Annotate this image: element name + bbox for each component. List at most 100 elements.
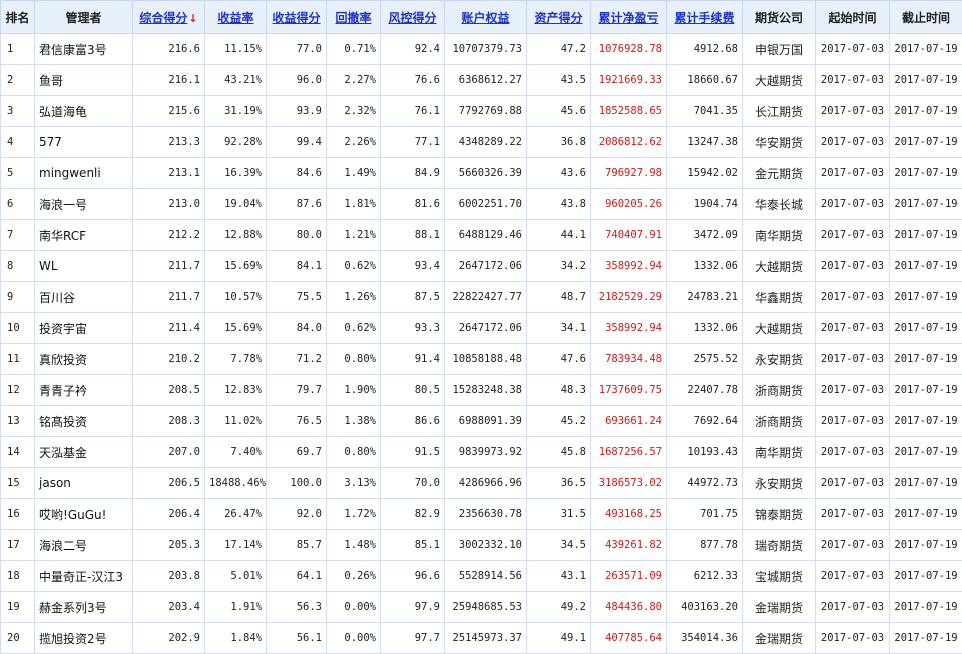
cell-yield-score: 96.0 xyxy=(267,65,327,96)
header-fees-sort[interactable]: 累计手续费 xyxy=(667,1,743,34)
cell-fees: 10193.43 xyxy=(667,437,743,468)
cell-net-pnl: 484436.80 xyxy=(591,592,667,623)
cell-risk-score: 77.1 xyxy=(381,127,445,158)
cell-asset-score: 48.3 xyxy=(527,375,591,406)
cell-equity: 6488129.46 xyxy=(445,220,527,251)
cell-yield-score: 64.1 xyxy=(267,561,327,592)
ranking-table: 排名 管理者 综合得分↓ 收益率 收益得分 回撤率 风控得分 账户权益 资产得分… xyxy=(0,0,962,654)
cell-yield-score: 56.1 xyxy=(267,623,327,654)
header-asset-score-sort[interactable]: 资产得分 xyxy=(527,1,591,34)
cell-manager: 哎哟!GuGu! xyxy=(35,499,133,530)
cell-broker: 申银万国 xyxy=(743,34,816,65)
cell-fees: 1332.06 xyxy=(667,251,743,282)
cell-manager: mingwenli xyxy=(35,158,133,189)
header-yield-sort[interactable]: 收益率 xyxy=(205,1,267,34)
cell-equity: 5660326.39 xyxy=(445,158,527,189)
cell-asset-score: 36.8 xyxy=(527,127,591,158)
cell-asset-score: 47.6 xyxy=(527,344,591,375)
cell-broker: 金瑞期货 xyxy=(743,623,816,654)
cell-yield: 15.69% xyxy=(205,313,267,344)
cell-rank: 10 xyxy=(1,313,35,344)
cell-start-date: 2017-07-03 xyxy=(816,530,890,561)
cell-yield: 1.91% xyxy=(205,592,267,623)
cell-end-date: 2017-07-19 xyxy=(890,158,962,189)
cell-net-pnl: 1687256.57 xyxy=(591,437,667,468)
cell-rank: 19 xyxy=(1,592,35,623)
header-yield-score-sort[interactable]: 收益得分 xyxy=(267,1,327,34)
cell-yield-score: 80.0 xyxy=(267,220,327,251)
header-risk-score-sort[interactable]: 风控得分 xyxy=(381,1,445,34)
cell-manager: 君信康富3号 xyxy=(35,34,133,65)
cell-fees: 354014.36 xyxy=(667,623,743,654)
cell-equity: 10707379.73 xyxy=(445,34,527,65)
cell-total-score: 216.1 xyxy=(133,65,205,96)
header-total-score-sort[interactable]: 综合得分↓ xyxy=(133,1,205,34)
cell-end-date: 2017-07-19 xyxy=(890,437,962,468)
cell-rank: 20 xyxy=(1,623,35,654)
cell-fees: 7692.64 xyxy=(667,406,743,437)
cell-start-date: 2017-07-03 xyxy=(816,437,890,468)
cell-broker: 浙商期货 xyxy=(743,406,816,437)
cell-start-date: 2017-07-03 xyxy=(816,623,890,654)
cell-broker: 华安期货 xyxy=(743,127,816,158)
cell-yield: 43.21% xyxy=(205,65,267,96)
cell-equity: 9839973.92 xyxy=(445,437,527,468)
cell-start-date: 2017-07-03 xyxy=(816,468,890,499)
header-total-score-label: 综合得分 xyxy=(139,11,187,25)
cell-drawdown: 0.80% xyxy=(327,437,381,468)
cell-net-pnl: 740407.91 xyxy=(591,220,667,251)
header-drawdown-sort[interactable]: 回撤率 xyxy=(327,1,381,34)
cell-net-pnl: 358992.94 xyxy=(591,313,667,344)
cell-start-date: 2017-07-03 xyxy=(816,127,890,158)
cell-risk-score: 86.6 xyxy=(381,406,445,437)
cell-drawdown: 1.48% xyxy=(327,530,381,561)
header-net-pnl-sort[interactable]: 累计净盈亏 xyxy=(591,1,667,34)
sort-desc-arrow-icon: ↓ xyxy=(188,12,197,25)
cell-equity: 2647172.06 xyxy=(445,251,527,282)
cell-rank: 17 xyxy=(1,530,35,561)
cell-rank: 2 xyxy=(1,65,35,96)
cell-yield-score: 85.7 xyxy=(267,530,327,561)
table-row: 13铭髙投资208.311.02%76.51.38%86.66988091.39… xyxy=(1,406,962,437)
cell-yield: 16.39% xyxy=(205,158,267,189)
cell-asset-score: 47.2 xyxy=(527,34,591,65)
cell-total-score: 206.4 xyxy=(133,499,205,530)
cell-manager: 天泓基金 xyxy=(35,437,133,468)
cell-manager: 投资宇宙 xyxy=(35,313,133,344)
cell-rank: 1 xyxy=(1,34,35,65)
cell-yield: 26.47% xyxy=(205,499,267,530)
header-equity-sort[interactable]: 账户权益 xyxy=(445,1,527,34)
table-row: 1君信康富3号216.611.15%77.00.71%92.410707379.… xyxy=(1,34,962,65)
cell-risk-score: 87.5 xyxy=(381,282,445,313)
cell-rank: 9 xyxy=(1,282,35,313)
cell-end-date: 2017-07-19 xyxy=(890,499,962,530)
cell-risk-score: 84.9 xyxy=(381,158,445,189)
cell-broker: 大越期货 xyxy=(743,65,816,96)
cell-yield-score: 87.6 xyxy=(267,189,327,220)
cell-total-score: 208.5 xyxy=(133,375,205,406)
cell-fees: 7041.35 xyxy=(667,96,743,127)
header-row: 排名 管理者 综合得分↓ 收益率 收益得分 回撤率 风控得分 账户权益 资产得分… xyxy=(1,1,962,34)
cell-broker: 大越期货 xyxy=(743,251,816,282)
cell-manager: 中量奇正-汉江3 xyxy=(35,561,133,592)
cell-total-score: 203.4 xyxy=(133,592,205,623)
cell-broker: 华鑫期货 xyxy=(743,282,816,313)
cell-drawdown: 1.26% xyxy=(327,282,381,313)
cell-manager: jason xyxy=(35,468,133,499)
cell-net-pnl: 2182529.29 xyxy=(591,282,667,313)
cell-yield: 7.78% xyxy=(205,344,267,375)
cell-broker: 锦泰期货 xyxy=(743,499,816,530)
cell-rank: 15 xyxy=(1,468,35,499)
cell-end-date: 2017-07-19 xyxy=(890,96,962,127)
cell-end-date: 2017-07-19 xyxy=(890,344,962,375)
table-row: 17海浪二号205.317.14%85.71.48%85.13002332.10… xyxy=(1,530,962,561)
cell-total-score: 206.5 xyxy=(133,468,205,499)
cell-broker: 浙商期货 xyxy=(743,375,816,406)
cell-drawdown: 0.62% xyxy=(327,251,381,282)
cell-asset-score: 48.7 xyxy=(527,282,591,313)
cell-end-date: 2017-07-19 xyxy=(890,468,962,499)
cell-risk-score: 81.6 xyxy=(381,189,445,220)
table-row: 15jason206.518488.46%100.03.13%70.042869… xyxy=(1,468,962,499)
cell-start-date: 2017-07-03 xyxy=(816,561,890,592)
cell-fees: 1904.74 xyxy=(667,189,743,220)
